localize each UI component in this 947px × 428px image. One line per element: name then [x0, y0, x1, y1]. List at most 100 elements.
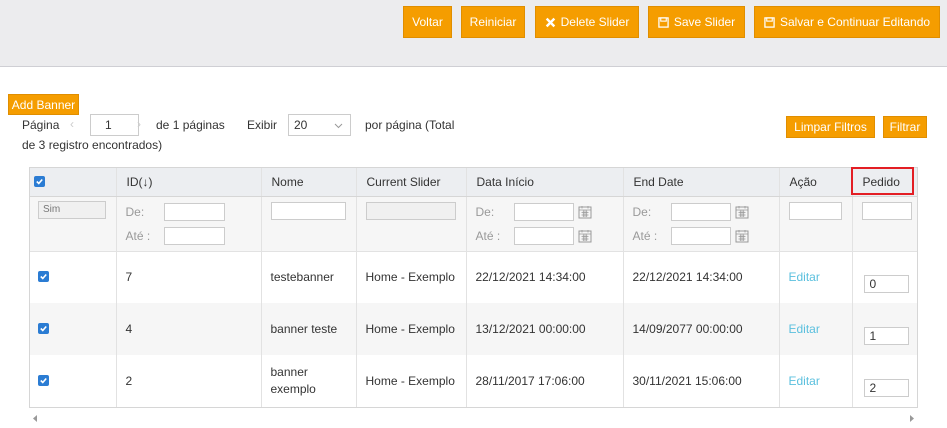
column-start-date[interactable]: Data Início [466, 168, 624, 197]
calendar-icon[interactable] [735, 205, 749, 219]
chevron-down-icon [334, 123, 343, 129]
cell-end-date: 30/11/2021 15:06:00 [623, 355, 780, 407]
close-icon [545, 17, 555, 27]
id-from-label: De: [125, 204, 145, 219]
sort-desc-icon: (↓) [138, 174, 153, 189]
cell-id: 4 [116, 303, 262, 355]
cell-start-date: 28/11/2017 17:06:00 [466, 355, 624, 407]
table-row: 7 testebanner Home - Exemplo 22/12/2021 … [30, 251, 917, 303]
per-page-select[interactable]: 20 [288, 114, 351, 136]
column-name-label: Nome [271, 174, 304, 189]
add-banner-label: Add Banner [11, 97, 76, 112]
column-name[interactable]: Nome [261, 168, 357, 197]
page-label: Página [22, 118, 60, 132]
calendar-icon[interactable] [735, 229, 749, 243]
start-to-input[interactable] [513, 226, 574, 245]
cell-end-date: 14/09/2077 00:00:00 [623, 303, 780, 355]
column-action-label: Ação [789, 174, 817, 189]
cell-slider: Home - Exemplo [356, 251, 467, 303]
save-icon [658, 16, 669, 28]
of-label: de [156, 118, 170, 132]
column-end-date[interactable]: End Date [623, 168, 780, 197]
total-pages: 1 [172, 118, 180, 132]
horizontal-scrollbar[interactable] [29, 410, 918, 426]
start-from-input[interactable] [513, 202, 574, 221]
scroll-right-icon[interactable] [909, 415, 915, 422]
save-continue-label: Salvar e Continuar Editando [779, 15, 931, 29]
page-count-text: de 1 páginas [156, 118, 225, 132]
back-button[interactable]: Voltar [403, 6, 452, 38]
prev-page-arrow[interactable]: ‹ [70, 117, 74, 131]
check-icon [40, 325, 47, 332]
page-number-input[interactable]: 1 [90, 114, 139, 136]
cell-name: testebanner [261, 251, 357, 303]
show-label: Exibir [247, 118, 278, 132]
delete-slider-label: Delete Slider [560, 15, 630, 29]
clear-filters-button[interactable]: Limpar Filtros [786, 116, 875, 138]
cell-name: banner exemplo [261, 355, 357, 407]
end-from-input[interactable] [670, 202, 731, 221]
select-filter-value: Sim [43, 203, 61, 215]
order-input[interactable]: 1 [863, 327, 909, 345]
reset-button[interactable]: Reiniciar [461, 6, 525, 38]
reset-button-label: Reiniciar [469, 15, 517, 29]
cell-name: banner teste [261, 303, 357, 355]
save-slider-label: Save Slider [673, 15, 736, 29]
delete-slider-button[interactable]: Delete Slider [535, 6, 639, 38]
save-continue-button[interactable]: Salvar e Continuar Editando [754, 6, 940, 38]
row-checkbox[interactable] [38, 271, 49, 283]
next-page-arrow[interactable]: › [137, 117, 141, 131]
clear-filters-label: Limpar Filtros [794, 120, 867, 134]
per-page-value: 20 [294, 118, 308, 132]
page-number-value: 1 [105, 118, 112, 132]
check-icon [40, 274, 47, 280]
cell-start-date: 22/12/2021 14:34:00 [466, 251, 624, 303]
select-all-checkbox[interactable] [34, 175, 45, 187]
id-to-label: Até : [125, 228, 151, 243]
end-to-input[interactable] [670, 226, 731, 245]
edit-link[interactable]: Editar [789, 322, 820, 336]
action-filter-input[interactable] [788, 201, 842, 220]
cell-slider: Home - Exemplo [356, 303, 467, 355]
order-input[interactable]: 0 [863, 275, 909, 294]
id-to-input[interactable] [163, 226, 225, 245]
column-id[interactable]: ID(↓) [116, 168, 262, 197]
edit-link[interactable]: Editar [789, 374, 820, 388]
column-end-label: End Date [633, 174, 684, 189]
row-checkbox[interactable] [38, 323, 49, 334]
back-button-label: Voltar [412, 15, 443, 29]
select-all-header [30, 168, 117, 197]
id-from-input[interactable] [163, 202, 225, 221]
table-row: 4 banner teste Home - Exemplo 13/12/2021… [30, 303, 917, 355]
row-checkbox[interactable] [38, 375, 49, 386]
column-slider[interactable]: Current Slider [356, 168, 467, 197]
cell-id: 2 [116, 355, 262, 407]
save-icon [764, 16, 775, 28]
pages-label: páginas [182, 118, 225, 132]
cell-slider: Home - Exemplo [356, 355, 467, 407]
column-id-label: ID [126, 174, 139, 189]
filter-button[interactable]: Filtrar [883, 116, 927, 138]
table-row: 2 banner exemplo Home - Exemplo 28/11/20… [30, 355, 917, 407]
banner-grid: ID(↓) Nome Current Slider Data Início En… [29, 167, 918, 408]
order-column-highlight [851, 167, 914, 195]
column-slider-label: Current Slider [366, 174, 441, 189]
order-input[interactable]: 2 [863, 379, 909, 397]
edit-link[interactable]: Editar [789, 270, 820, 284]
order-filter-input[interactable] [861, 201, 912, 220]
calendar-icon[interactable] [578, 229, 592, 243]
save-slider-button[interactable]: Save Slider [648, 6, 745, 38]
filter-row: Sim De: Até : De: Até : De: Até : [30, 196, 917, 252]
column-start-label: Data Início [476, 174, 534, 189]
select-filter[interactable]: Sim [38, 200, 106, 219]
add-banner-button[interactable]: Add Banner [8, 94, 79, 115]
name-filter-input[interactable] [270, 201, 346, 220]
cell-start-date: 13/12/2021 00:00:00 [466, 303, 624, 355]
calendar-icon[interactable] [578, 205, 592, 219]
scroll-left-icon[interactable] [32, 415, 38, 422]
check-icon [40, 377, 47, 384]
filter-label: Filtrar [889, 120, 921, 134]
cell-id: 7 [116, 251, 262, 303]
slider-filter-input[interactable] [365, 201, 456, 220]
end-to-label: Até : [632, 228, 658, 243]
